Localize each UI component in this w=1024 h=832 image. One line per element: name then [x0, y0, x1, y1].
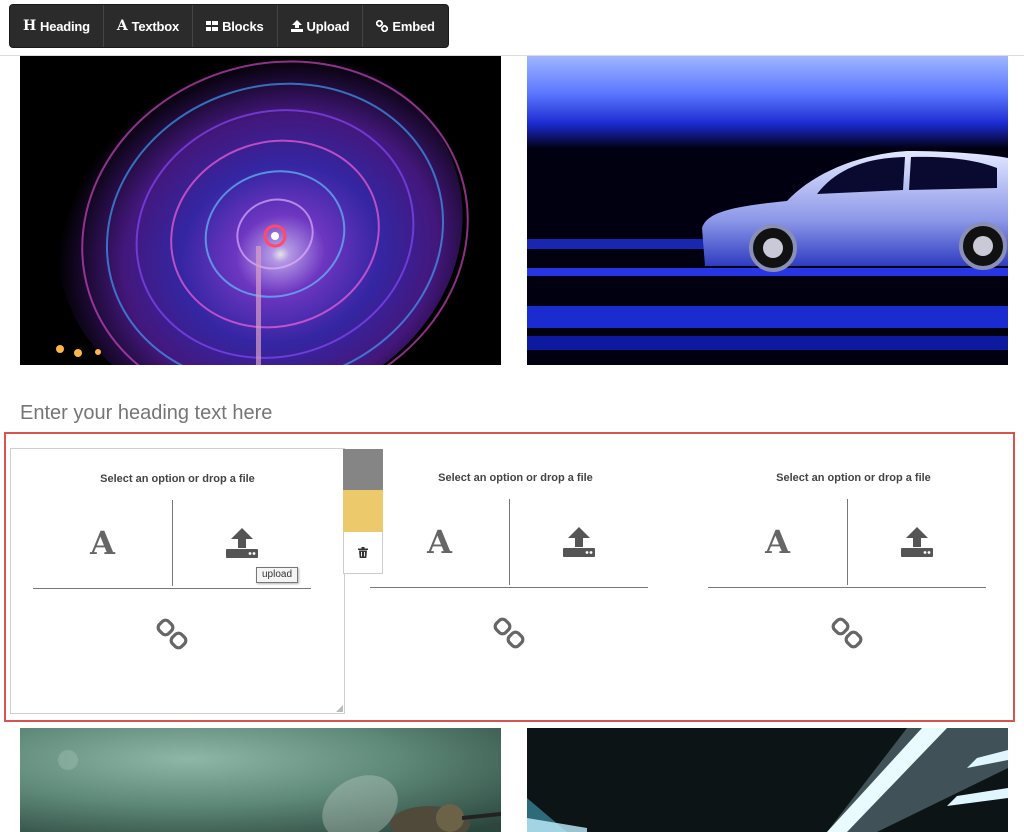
text-icon: A	[765, 523, 790, 561]
upload-icon	[563, 527, 595, 557]
textbox-icon: A	[116, 18, 128, 34]
block-1-text-option[interactable]: A	[33, 500, 172, 586]
block-1-divider	[33, 588, 311, 589]
upload-button[interactable]: Upload	[278, 5, 364, 47]
heading-input[interactable]	[20, 402, 720, 425]
heading-button-label: Heading	[40, 18, 90, 34]
block-3[interactable]: Select an option or drop a file A	[686, 448, 1021, 714]
link-icon	[376, 20, 389, 32]
embed-button-label: Embed	[392, 18, 435, 34]
block-3-embed-option[interactable]	[708, 598, 986, 668]
resize-handle[interactable]	[336, 705, 343, 712]
block-control-panel	[343, 449, 383, 574]
blocks-button-label: Blocks	[222, 18, 264, 34]
text-icon: A	[90, 524, 115, 562]
embed-button[interactable]: Embed	[363, 5, 447, 47]
upload-icon	[290, 20, 303, 32]
upload-tooltip: upload	[256, 567, 299, 583]
link-icon	[156, 618, 188, 650]
block-1-embed-option[interactable]	[33, 599, 311, 669]
grey-color-swatch[interactable]	[343, 449, 383, 490]
link-icon	[831, 617, 863, 649]
block-3-divider	[708, 587, 986, 588]
car-motion-image	[527, 56, 1008, 365]
hummingbird-image	[20, 728, 501, 832]
ferris-wheel-image	[20, 56, 501, 365]
upload-button-label: Upload	[306, 18, 350, 34]
block-2-text-option[interactable]: A	[370, 499, 509, 585]
link-icon	[493, 617, 525, 649]
heading-icon: H	[23, 18, 37, 34]
editor-toolbar: H Heading A Textbox Blocks Upload Embed	[9, 4, 449, 48]
heading-button[interactable]: H Heading	[10, 5, 104, 47]
trash-icon	[358, 547, 368, 558]
block-3-title: Select an option or drop a file	[776, 472, 931, 484]
yellow-color-swatch[interactable]	[343, 490, 383, 532]
blocks-button[interactable]: Blocks	[193, 5, 278, 47]
upload-icon	[901, 527, 933, 557]
blocks-icon	[206, 21, 219, 31]
block-3-upload-option[interactable]	[847, 499, 986, 585]
delete-block-button[interactable]	[343, 532, 383, 574]
block-2-embed-option[interactable]	[370, 598, 648, 668]
block-3-text-option[interactable]: A	[708, 499, 847, 585]
text-icon: A	[427, 523, 452, 561]
block-2[interactable]: Select an option or drop a file A	[348, 448, 683, 714]
block-1-title: Select an option or drop a file	[100, 473, 255, 485]
tunnel-lights-image	[527, 728, 1008, 832]
block-2-upload-option[interactable]	[509, 499, 648, 585]
upload-icon	[226, 528, 258, 558]
textbox-button-label: Textbox	[131, 18, 180, 34]
block-2-divider	[370, 587, 648, 588]
textbox-button[interactable]: A Textbox	[104, 5, 194, 47]
block-2-title: Select an option or drop a file	[438, 472, 593, 484]
blocks-row-selected[interactable]: Select an option or drop a file A Select…	[4, 432, 1015, 722]
